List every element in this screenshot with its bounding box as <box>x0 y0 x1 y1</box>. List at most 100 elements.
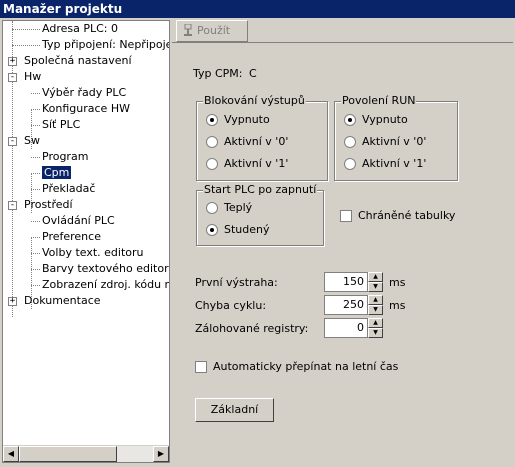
cycle-error-input[interactable]: 250 <box>324 295 368 315</box>
blocking-option-1[interactable]: Aktivní v '0' <box>206 135 288 149</box>
spin-up-icon[interactable]: ▲ <box>368 295 383 305</box>
tree-item-sit-plc[interactable]: Síť PLC <box>42 117 80 133</box>
radio-label: Vypnuto <box>224 113 270 126</box>
tree-connector <box>31 269 40 270</box>
tree-item-label: Ovládání PLC <box>42 214 115 227</box>
spin-up-icon[interactable]: ▲ <box>368 318 383 328</box>
checkbox-box[interactable] <box>195 361 207 373</box>
tree-item-zobrazeni-zdroj-kodu[interactable]: Zobrazení zdroj. kódu reléo <box>42 277 169 293</box>
tree-item-label: Hw <box>24 70 42 83</box>
protected-tables-checkbox[interactable]: Chráněné tabulky <box>340 209 455 223</box>
tree-item-hw[interactable]: Hw <box>24 69 41 85</box>
project-tree[interactable]: Adresa PLC: 0 Typ připojení: Nepřipojeno +… <box>2 20 170 463</box>
expand-plus-icon[interactable]: + <box>8 297 17 306</box>
collapse-minus-icon[interactable]: - <box>8 73 17 82</box>
tree-item-volby-text-editoru[interactable]: Volby text. editoru <box>42 245 144 261</box>
collapse-minus-icon[interactable]: - <box>8 137 17 146</box>
checkbox-box[interactable] <box>340 210 352 222</box>
tree-item-label: Prostředí <box>24 198 73 211</box>
backup-registers-input[interactable]: 0 <box>324 318 368 338</box>
radio-button[interactable] <box>206 202 218 214</box>
start-option-1[interactable]: Studený <box>206 223 270 237</box>
run-option-2[interactable]: Aktivní v '1' <box>344 157 426 171</box>
scroll-left-arrow-icon[interactable]: ◀ <box>3 446 19 462</box>
apply-button[interactable]: Použít <box>176 20 248 42</box>
run-option-0[interactable]: Vypnuto <box>344 113 408 127</box>
tree-item-vyber-rady-plc[interactable]: Výběr řady PLC <box>42 85 126 101</box>
expand-plus-icon[interactable]: + <box>8 57 17 66</box>
spin-down-icon[interactable]: ▼ <box>368 305 383 315</box>
tree-item-prostredi[interactable]: Prostředí <box>24 197 73 213</box>
tree-item-ovladani-plc[interactable]: Ovládání PLC <box>42 213 115 229</box>
blocking-option-0[interactable]: Vypnuto <box>206 113 270 127</box>
protected-tables-label: Chráněné tabulky <box>358 209 456 222</box>
apply-icon <box>184 24 192 36</box>
cpm-type-label: Typ CPM: <box>193 67 243 80</box>
backup-registers-spinner[interactable]: 0 ▲ ▼ <box>324 318 383 338</box>
spin-down-icon[interactable]: ▼ <box>368 328 383 338</box>
radio-button[interactable] <box>344 114 356 126</box>
start-option-0[interactable]: Teplý <box>206 201 252 215</box>
tree-item-label: Překladač <box>42 182 96 195</box>
default-button[interactable]: Základní <box>195 398 274 422</box>
scroll-thumb[interactable] <box>19 446 117 462</box>
first-warning-unit: ms <box>389 276 406 289</box>
tree-item-konfigurace-hw[interactable]: Konfigurace HW <box>42 101 130 117</box>
tree-connector <box>12 29 40 30</box>
tree-list: Adresa PLC: 0 Typ připojení: Nepřipojeno +… <box>3 21 169 446</box>
tree-item-adresa-plc[interactable]: Adresa PLC: 0 <box>42 21 118 37</box>
first-warning-label: První výstraha: <box>195 276 278 289</box>
tree-connector <box>31 189 40 190</box>
cpm-settings-panel: Typ CPM: C Blokování výstupů Vypnuto Akti… <box>172 44 513 463</box>
blocking-outputs-group: Blokování výstupů Vypnuto Aktivní v '0' Ak… <box>196 94 328 181</box>
tree-connector <box>31 157 40 158</box>
radio-button[interactable] <box>206 224 218 236</box>
tree-item-dokumentace[interactable]: Dokumentace <box>24 293 101 309</box>
tree-connector <box>12 45 40 46</box>
first-warning-input[interactable]: 150 <box>324 272 368 292</box>
radio-label: Aktivní v '0' <box>224 135 289 148</box>
tree-item-barvy-textoveho-editoru[interactable]: Barvy textového editoru <box>42 261 169 277</box>
radio-label: Vypnuto <box>362 113 408 126</box>
cycle-error-label: Chyba cyklu: <box>195 299 267 312</box>
first-warning-spinner[interactable]: 150 ▲ ▼ <box>324 272 383 292</box>
run-option-1[interactable]: Aktivní v '0' <box>344 135 426 149</box>
collapse-minus-icon[interactable]: - <box>8 201 17 210</box>
tree-item-spolecna-nastaveni[interactable]: Společná nastavení <box>24 53 132 69</box>
tree-item-label: Společná nastavení <box>24 54 132 67</box>
tree-item-label: Program <box>42 150 89 163</box>
radio-label: Aktivní v '1' <box>224 157 289 170</box>
tree-connector <box>31 285 40 286</box>
spin-down-icon[interactable]: ▼ <box>368 282 383 292</box>
tree-item-prekladac[interactable]: Překladač <box>42 181 95 197</box>
tree-item-label: Dokumentace <box>24 294 101 307</box>
tree-item-label: Adresa PLC: 0 <box>42 22 118 35</box>
dst-checkbox[interactable]: Automaticky přepínat na letní čas <box>195 360 398 374</box>
tree-horizontal-scrollbar[interactable]: ◀ ▶ <box>3 445 169 462</box>
apply-label: Použít <box>197 24 231 37</box>
radio-button[interactable] <box>344 158 356 170</box>
radio-button[interactable] <box>344 136 356 148</box>
radio-button[interactable] <box>206 114 218 126</box>
tree-item-preference[interactable]: Preference <box>42 229 101 245</box>
tree-item-program[interactable]: Program <box>42 149 88 165</box>
cycle-error-spinner[interactable]: 250 ▲ ▼ <box>324 295 383 315</box>
radio-button[interactable] <box>206 136 218 148</box>
tree-item-cpm[interactable]: Cpm <box>42 165 72 181</box>
tree-item-label: Zobrazení zdroj. kódu reléo <box>42 278 169 291</box>
tree-item-label: Síť PLC <box>42 118 81 131</box>
tree-item-typ-pripojeni[interactable]: Typ připojení: Nepřipojeno <box>42 37 169 53</box>
radio-button[interactable] <box>206 158 218 170</box>
tree-item-label: Volby text. editoru <box>42 246 144 259</box>
spin-up-icon[interactable]: ▲ <box>368 272 383 282</box>
dst-label: Automaticky přepínat na letní čas <box>213 360 399 373</box>
cpm-type-value: C <box>249 67 257 80</box>
toolbar: Použít <box>172 20 513 43</box>
plc-start-group: Start PLC po zapnutí Teplý Studený <box>196 183 324 246</box>
tree-connector <box>31 93 40 94</box>
blocking-option-2[interactable]: Aktivní v '1' <box>206 157 288 171</box>
tree-item-label: Výběr řady PLC <box>42 86 127 99</box>
tree-connector <box>31 237 40 238</box>
scroll-right-arrow-icon[interactable]: ▶ <box>153 446 169 462</box>
tree-item-sw[interactable]: Sw <box>24 133 40 149</box>
